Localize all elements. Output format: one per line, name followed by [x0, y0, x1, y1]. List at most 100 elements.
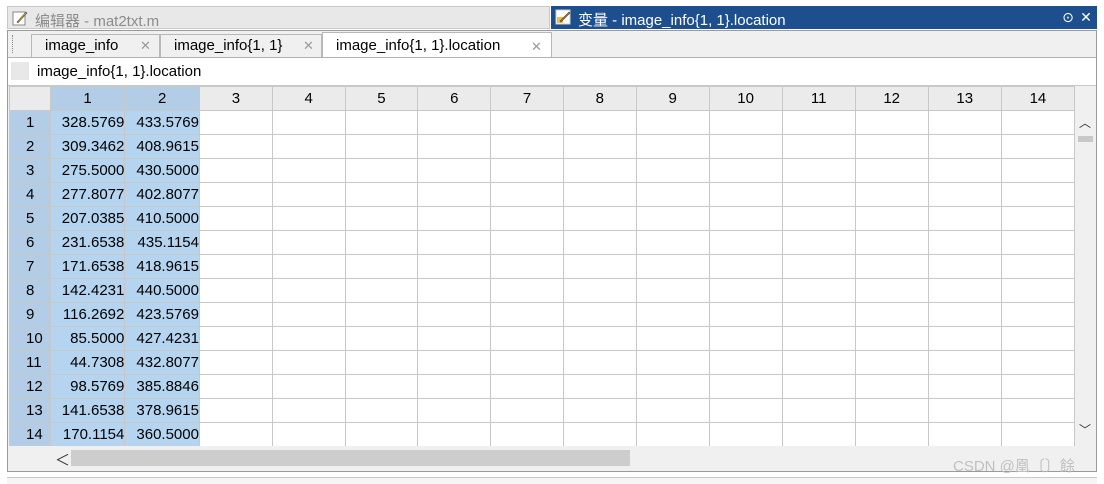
row-header[interactable]: 9	[9, 302, 51, 327]
table-cell[interactable]	[198, 422, 273, 446]
table-cell[interactable]	[1000, 350, 1075, 375]
table-cell[interactable]	[708, 158, 783, 183]
table-cell[interactable]	[271, 134, 346, 159]
table-cell[interactable]	[1000, 110, 1075, 135]
table-cell[interactable]	[927, 302, 1002, 327]
table-cell[interactable]: 427.4231	[124, 326, 200, 351]
table-cell[interactable]	[854, 182, 929, 207]
table-cell[interactable]: 231.6538	[49, 230, 126, 255]
table-cell[interactable]	[927, 230, 1002, 255]
table-cell[interactable]	[781, 182, 856, 207]
table-cell[interactable]	[1000, 302, 1075, 327]
table-cell[interactable]	[635, 326, 710, 351]
table-cell[interactable]	[1000, 278, 1075, 303]
table-cell[interactable]	[927, 398, 1002, 423]
table-cell[interactable]	[708, 302, 783, 327]
table-cell[interactable]	[417, 230, 492, 255]
scroll-up-icon[interactable]: ︿	[1079, 114, 1091, 131]
table-cell[interactable]	[708, 350, 783, 375]
table-cell[interactable]	[271, 182, 346, 207]
table-cell[interactable]	[927, 134, 1002, 159]
table-cell[interactable]	[708, 254, 783, 279]
table-cell[interactable]	[927, 182, 1002, 207]
table-cell[interactable]	[562, 134, 637, 159]
table-cell[interactable]	[198, 182, 273, 207]
table-cell[interactable]	[1000, 134, 1075, 159]
table-cell[interactable]	[417, 206, 492, 231]
column-header-5[interactable]: 5	[344, 86, 419, 111]
table-cell[interactable]	[854, 230, 929, 255]
table-cell[interactable]: 423.5769	[124, 302, 200, 327]
table-cell[interactable]	[562, 182, 637, 207]
table-cell[interactable]	[927, 278, 1002, 303]
table-cell[interactable]	[490, 326, 564, 351]
table-cell[interactable]	[271, 302, 346, 327]
table-cell[interactable]: 207.0385	[49, 206, 126, 231]
table-cell[interactable]	[344, 350, 419, 375]
table-cell[interactable]	[708, 134, 783, 159]
table-cell[interactable]: 385.8846	[124, 374, 200, 399]
table-cell[interactable]	[562, 374, 637, 399]
table-cell[interactable]	[417, 278, 492, 303]
table-cell[interactable]	[271, 374, 346, 399]
tab-image-info-1-1[interactable]: image_info{1, 1} ✕	[160, 34, 322, 57]
table-cell[interactable]	[344, 134, 419, 159]
column-header-11[interactable]: 11	[781, 86, 856, 111]
table-cell[interactable]	[635, 230, 710, 255]
table-cell[interactable]	[562, 110, 637, 135]
table-cell[interactable]	[781, 302, 856, 327]
table-cell[interactable]	[417, 326, 492, 351]
table-cell[interactable]	[490, 182, 564, 207]
table-cell[interactable]	[271, 422, 346, 446]
table-cell[interactable]	[635, 302, 710, 327]
scroll-left-icon[interactable]: ＜	[55, 449, 70, 470]
table-cell[interactable]	[1000, 230, 1075, 255]
table-cell[interactable]	[1000, 206, 1075, 231]
table-cell[interactable]	[1000, 254, 1075, 279]
table-cell[interactable]	[708, 374, 783, 399]
table-cell[interactable]	[708, 110, 783, 135]
table-cell[interactable]	[1000, 374, 1075, 399]
row-header[interactable]: 14	[9, 422, 51, 446]
table-cell[interactable]	[490, 422, 564, 446]
variable-titlebar[interactable]: 变量 - image_info{1, 1}.location ⊙ ✕	[551, 6, 1097, 29]
column-header-13[interactable]: 13	[927, 86, 1002, 111]
table-cell[interactable]	[635, 254, 710, 279]
table-cell[interactable]	[490, 278, 564, 303]
table-cell[interactable]: 328.5769	[49, 110, 126, 135]
table-cell[interactable]	[198, 134, 273, 159]
table-cell[interactable]	[1000, 158, 1075, 183]
table-cell[interactable]: 402.8077	[124, 182, 200, 207]
table-cell[interactable]	[562, 254, 637, 279]
table-cell[interactable]	[562, 350, 637, 375]
horizontal-scroll-thumb[interactable]	[71, 450, 630, 466]
table-cell[interactable]	[708, 326, 783, 351]
table-cell[interactable]	[708, 278, 783, 303]
table-cell[interactable]	[344, 278, 419, 303]
table-cell[interactable]	[635, 134, 710, 159]
table-cell[interactable]	[781, 110, 856, 135]
table-cell[interactable]: 408.9615	[124, 134, 200, 159]
table-cell[interactable]	[417, 422, 492, 446]
table-cell[interactable]	[854, 254, 929, 279]
table-cell[interactable]	[198, 374, 273, 399]
table-cell[interactable]	[198, 326, 273, 351]
table-cell[interactable]	[927, 422, 1002, 446]
column-header-14[interactable]: 14	[1000, 86, 1075, 111]
row-header[interactable]: 11	[9, 350, 51, 375]
table-cell[interactable]	[854, 374, 929, 399]
corner-cell[interactable]	[9, 86, 51, 111]
table-cell[interactable]	[344, 230, 419, 255]
table-cell[interactable]	[344, 158, 419, 183]
table-cell[interactable]	[490, 134, 564, 159]
table-cell[interactable]	[781, 422, 856, 446]
table-cell[interactable]	[927, 206, 1002, 231]
table-cell[interactable]	[854, 326, 929, 351]
table-cell[interactable]	[927, 158, 1002, 183]
table-cell[interactable]	[854, 110, 929, 135]
table-cell[interactable]	[490, 398, 564, 423]
table-cell[interactable]	[198, 302, 273, 327]
column-header-9[interactable]: 9	[635, 86, 710, 111]
table-cell[interactable]	[344, 422, 419, 446]
column-header-6[interactable]: 6	[417, 86, 492, 111]
